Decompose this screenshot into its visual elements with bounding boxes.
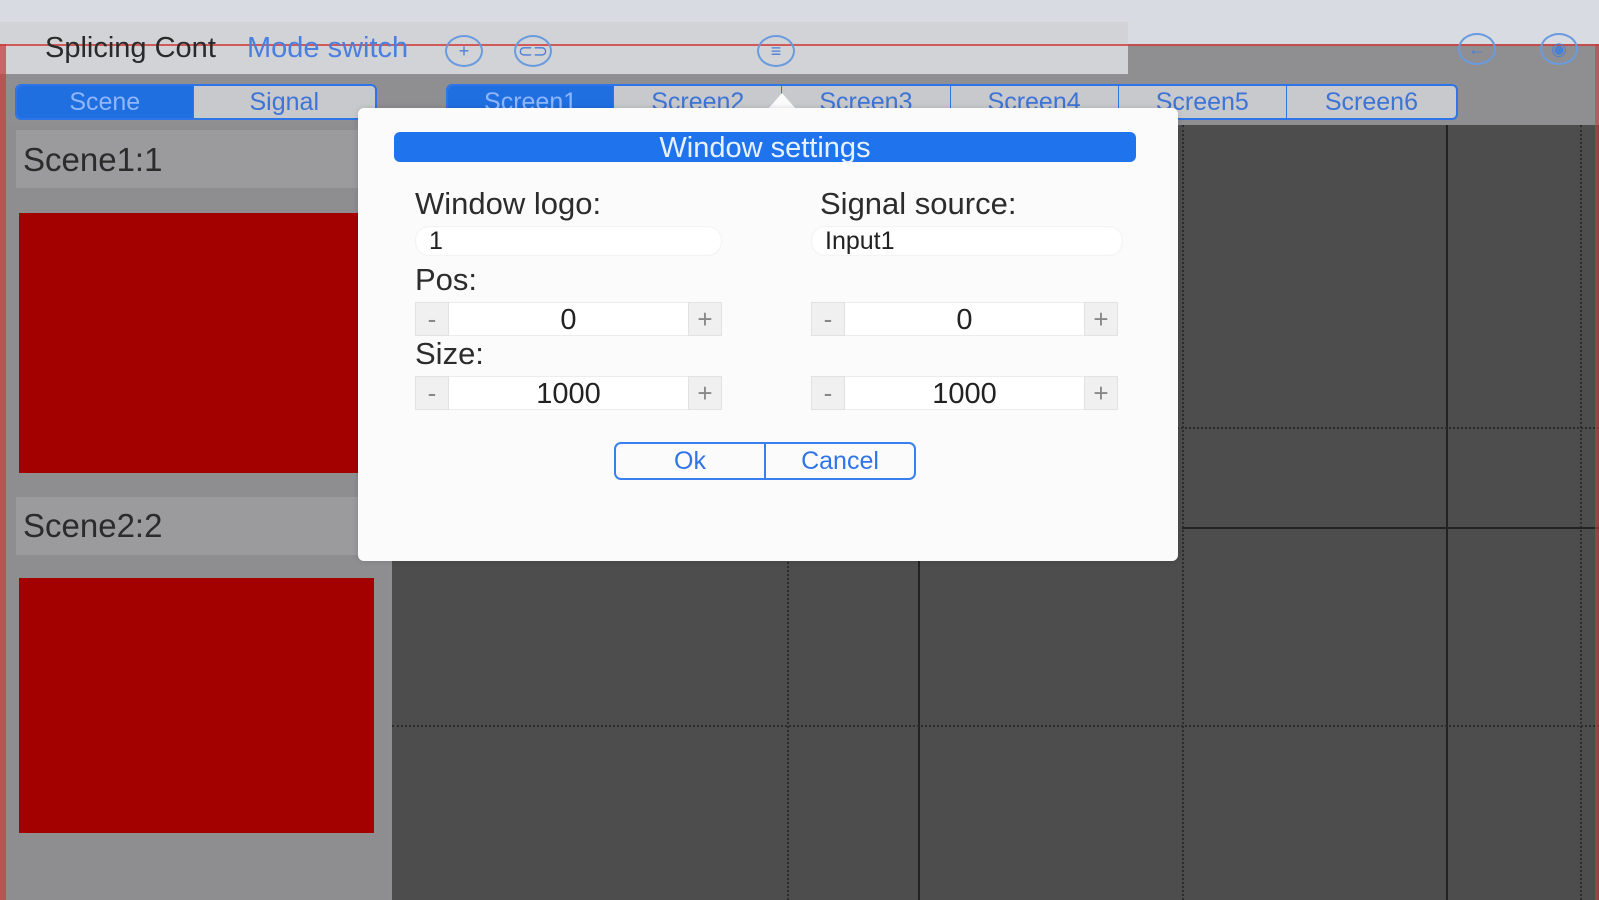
tab-scene[interactable]: Scene xyxy=(17,86,194,118)
top-border-line xyxy=(0,44,1599,46)
pos-y-value[interactable]: 0 xyxy=(845,302,1084,336)
add-circle-icon[interactable]: + xyxy=(445,35,483,67)
pos-x-value[interactable]: 0 xyxy=(449,302,688,336)
grid-line-h xyxy=(392,725,1599,727)
size-w-stepper: - 1000 + xyxy=(415,376,722,410)
grid-divider-h xyxy=(1182,527,1599,529)
pos-y-stepper: - 0 + xyxy=(811,302,1118,336)
window-logo-field[interactable]: 1 xyxy=(415,226,722,256)
right-border-line xyxy=(1595,44,1599,900)
grid-divider-v xyxy=(1446,125,1448,900)
ok-button[interactable]: Ok xyxy=(616,444,766,478)
scene-thumbnail-2[interactable] xyxy=(19,578,374,833)
size-label: Size: xyxy=(415,336,484,371)
tab-signal[interactable]: Signal xyxy=(194,86,375,118)
mode-switch-button[interactable]: Mode switch xyxy=(247,32,408,65)
pos-label: Pos: xyxy=(415,262,478,297)
pos-x-minus-button[interactable]: - xyxy=(415,302,449,336)
cancel-button[interactable]: Cancel xyxy=(766,444,914,478)
pos-x-plus-button[interactable]: + xyxy=(688,302,722,336)
dialog-title: Window settings xyxy=(394,132,1136,164)
grid-line-v xyxy=(1580,125,1582,900)
link-icon[interactable]: ⊂⊃ xyxy=(514,35,552,67)
size-h-value[interactable]: 1000 xyxy=(845,376,1084,410)
pos-y-plus-button[interactable]: + xyxy=(1084,302,1118,336)
signal-source-field[interactable]: Input1 xyxy=(811,226,1123,256)
pos-y-minus-button[interactable]: - xyxy=(811,302,845,336)
scene-label-1: Scene1:1 xyxy=(23,141,163,178)
size-h-minus-button[interactable]: - xyxy=(811,376,845,410)
scene-thumbnail-1[interactable] xyxy=(19,213,374,473)
size-w-value[interactable]: 1000 xyxy=(449,376,688,410)
window-settings-dialog: Window settings Window logo: 1 Signal so… xyxy=(358,108,1178,561)
app-title: Splicing Cont xyxy=(45,32,216,64)
grid-line-v xyxy=(1182,125,1184,900)
window-logo-label: Window logo: xyxy=(415,186,602,221)
size-w-minus-button[interactable]: - xyxy=(415,376,449,410)
dialog-actions: Ok Cancel xyxy=(614,442,916,480)
size-w-plus-button[interactable]: + xyxy=(688,376,722,410)
left-border-line xyxy=(0,44,6,900)
tab-screen6[interactable]: Screen6 xyxy=(1287,86,1456,118)
eye-icon[interactable]: ◉ xyxy=(1540,33,1578,65)
pos-x-stepper: - 0 + xyxy=(415,302,722,336)
size-h-plus-button[interactable]: + xyxy=(1084,376,1118,410)
side-tabs: Scene Signal xyxy=(15,84,377,120)
popover-arrow xyxy=(768,93,796,109)
back-icon[interactable]: ← xyxy=(1458,33,1496,65)
menu-icon[interactable]: ≡ xyxy=(757,35,795,67)
scene-label-2: Scene2:2 xyxy=(23,507,163,544)
signal-source-label: Signal source: xyxy=(820,186,1017,221)
size-h-stepper: - 1000 + xyxy=(811,376,1118,410)
